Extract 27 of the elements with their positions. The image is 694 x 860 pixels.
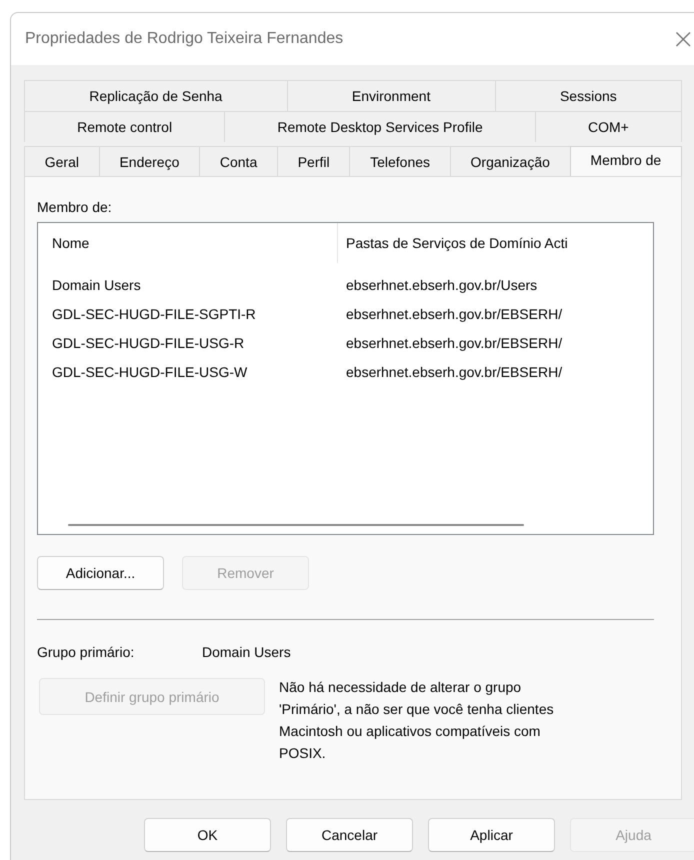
field-value: Domain Users [202,644,291,660]
dialog-button[interactable]: OK [144,818,271,852]
tab[interactable]: Replicação de Senha [24,80,288,111]
dialog-button[interactable]: Cancelar [286,818,413,852]
table-cell-text: ebserhnet.ebserh.gov.br/EBSERH/ [345,306,564,322]
table-cell-text: ebserhnet.ebserh.gov.br/EBSERH/ [345,334,564,350]
dialog-button[interactable]: Aplicar [428,818,555,852]
table-cell-text: GDL-SEC-HUGD-FILE-USG-W [51,364,248,380]
table-cell-text: ebserhnet.ebserh.gov.br/Users [345,276,538,292]
table-cell-text: GDL-SEC-HUGD-FILE-USG-R [51,334,246,350]
tab[interactable]: Sessions [494,80,682,111]
section-label: Membro de: [37,199,113,215]
tab[interactable]: COM+ [534,111,682,142]
tab[interactable]: Membro de [570,146,682,176]
column-header[interactable]: Pastas de Serviços de Domínio Acti [338,223,653,263]
table-cell-text: GDL-SEC-HUGD-FILE-SGPTI-R [51,306,257,322]
table-cell-text: ebserhnet.ebserh.gov.br/EBSERH/ [345,364,564,380]
tab[interactable]: Remote control [24,111,226,142]
dialog-button[interactable]: Adicionar... [37,556,164,590]
note-text: Não há necessidade de alterar o grupo 'Primário', a não ser que você tenha clientes Macintosh ou aplicativos compatíveis com POSIX. [279,678,555,763]
close-button[interactable]: × [672,25,694,53]
table-cell-text: Domain Users [51,276,142,292]
group-list[interactable] [37,222,654,535]
field-label: Grupo primário: [37,644,136,660]
tab[interactable]: Geral [24,146,100,176]
window-title: Propriedades de Rodrigo Teixeira Fernandes [25,30,344,48]
column-header[interactable]: Nome [38,223,338,263]
